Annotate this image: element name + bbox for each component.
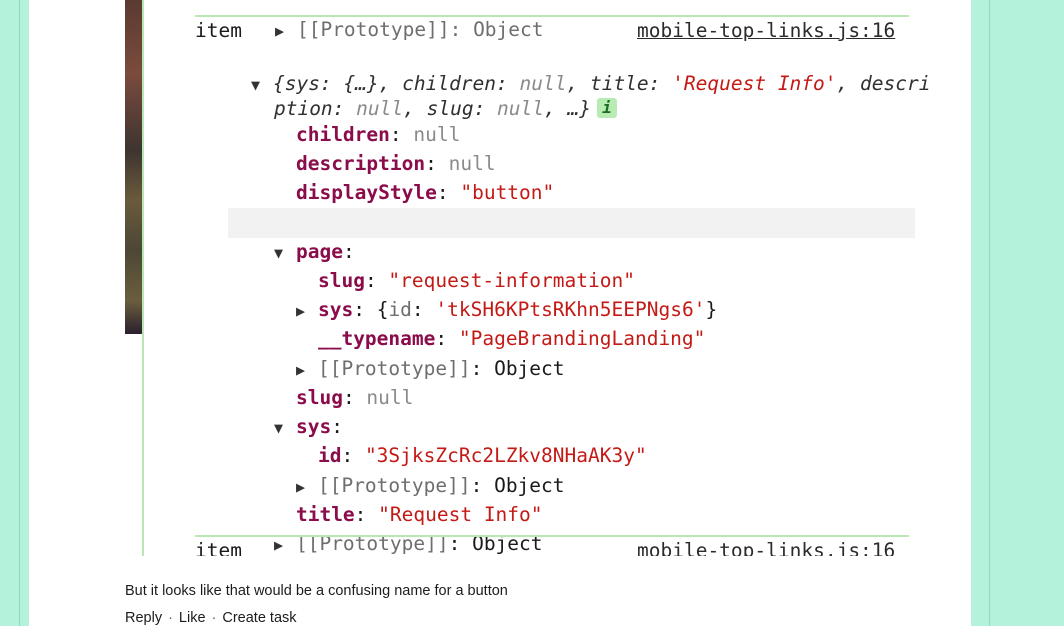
reply-button[interactable]: Reply — [125, 610, 162, 626]
source-link-next[interactable]: mobile-top-links.js:16 — [637, 536, 895, 556]
prop-page[interactable]: ▼ page: — [227, 208, 355, 263]
prop-external-link: externalLink: null — [249, 178, 507, 233]
prop-sys[interactable]: ▼ sys: — [227, 383, 343, 438]
prop-page-sys[interactable]: ▶ sys: {id: 'tkSH6KPtsRKhn5EEPNgs6'} — [249, 266, 717, 321]
prop-sys-prototype[interactable]: ▶ [[Prototype]]: Object — [249, 442, 565, 497]
like-button[interactable]: Like — [179, 610, 206, 626]
create-task-button[interactable]: Create task — [222, 610, 296, 626]
prop-display-style: displayStyle: "button" — [295, 181, 555, 204]
console-group-border — [142, 0, 144, 556]
prop-item-prototype[interactable]: ▶ [[Prototype]]: Object — [227, 500, 543, 555]
prop-page-prototype[interactable]: ▶ [[Prototype]]: Object — [249, 325, 565, 380]
prop-children: children: null — [295, 123, 461, 146]
prop-page-typename: __typename: "PageBrandingLanding" — [317, 327, 706, 350]
object-preview-line2: ption: null, slug: null, …} i — [227, 65, 617, 120]
prop-slug: slug: null — [295, 386, 414, 409]
prop-page-slug: slug: "request-information" — [317, 269, 635, 292]
devtools-console-screenshot: ▶ [[Prototype]]: Object item mobile-top-l… — [142, 0, 962, 556]
action-separator: · — [211, 610, 217, 626]
image-thumbnail-strip — [125, 0, 142, 334]
right-divider — [989, 0, 990, 626]
action-separator: · — [168, 610, 173, 626]
comment-text: But it looks like that would be a confus… — [125, 583, 508, 599]
left-divider — [19, 0, 20, 626]
prop-title: title: "Request Info" — [295, 503, 543, 526]
info-icon[interactable]: i — [596, 98, 617, 118]
prop-sys-id: id: "3SjksZcRc2LZkv8NHaAK3y" — [317, 444, 647, 467]
prototype-row-partial[interactable]: ▶ [[Prototype]]: Object — [228, 0, 544, 41]
prop-description: description: null — [295, 152, 496, 175]
console-entry-label-next: item — [195, 539, 242, 556]
comment-actions: Reply · Like · Create task — [125, 610, 297, 626]
